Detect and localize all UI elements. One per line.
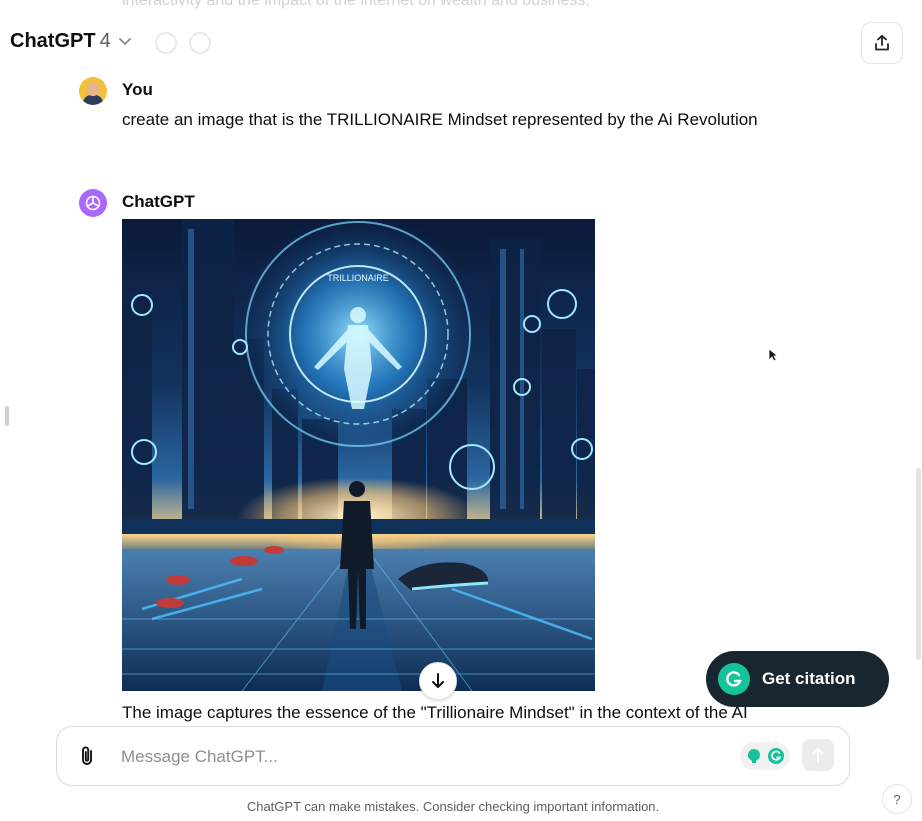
user-avatar [79, 77, 107, 105]
model-selector[interactable]: ChatGPT 4 [10, 30, 131, 53]
share-icon [875, 34, 889, 51]
get-citation-button[interactable]: Get citation [706, 651, 889, 707]
grammarly-widget[interactable] [740, 742, 790, 770]
disclaimer-text: ChatGPT can make mistakes. Consider chec… [246, 799, 660, 814]
faded-header-icons [155, 32, 211, 54]
grammarly-icon [768, 748, 784, 764]
scrollbar[interactable] [916, 468, 921, 660]
sidebar-toggle-handle[interactable] [5, 406, 9, 426]
get-citation-label: Get citation [762, 669, 856, 688]
user-author-label: You [122, 80, 153, 99]
message-input[interactable] [121, 745, 681, 769]
top-bar: ChatGPT 4 [0, 0, 922, 70]
download-arrow-icon [432, 673, 444, 688]
send-button[interactable] [802, 739, 834, 771]
user-message-text: create an image that is the TRILLIONAIRE… [122, 110, 758, 129]
send-arrow-icon [812, 748, 824, 762]
model-version: 4 [99, 30, 111, 52]
paperclip-icon[interactable] [79, 745, 95, 772]
share-button[interactable] [861, 22, 903, 64]
assistant-author-label: ChatGPT [122, 192, 195, 211]
grammarly-lightbulb-icon [748, 749, 760, 763]
mouse-cursor-icon [768, 348, 779, 367]
chevron-down-icon [118, 34, 131, 49]
message-composer [56, 726, 850, 786]
question-icon: ? [893, 791, 901, 807]
openai-logo-icon [79, 189, 107, 217]
hologram-ring-label: TRILLIONAIRE [327, 273, 389, 283]
scroll-down-button[interactable] [419, 662, 457, 700]
generated-image[interactable]: TRILLIONAIRE [122, 219, 595, 691]
help-button[interactable]: ? [882, 784, 912, 814]
assistant-reply-text: The image captures the essence of the "T… [122, 703, 748, 722]
grammarly-icon [718, 663, 750, 695]
model-name: ChatGPT [10, 30, 96, 52]
